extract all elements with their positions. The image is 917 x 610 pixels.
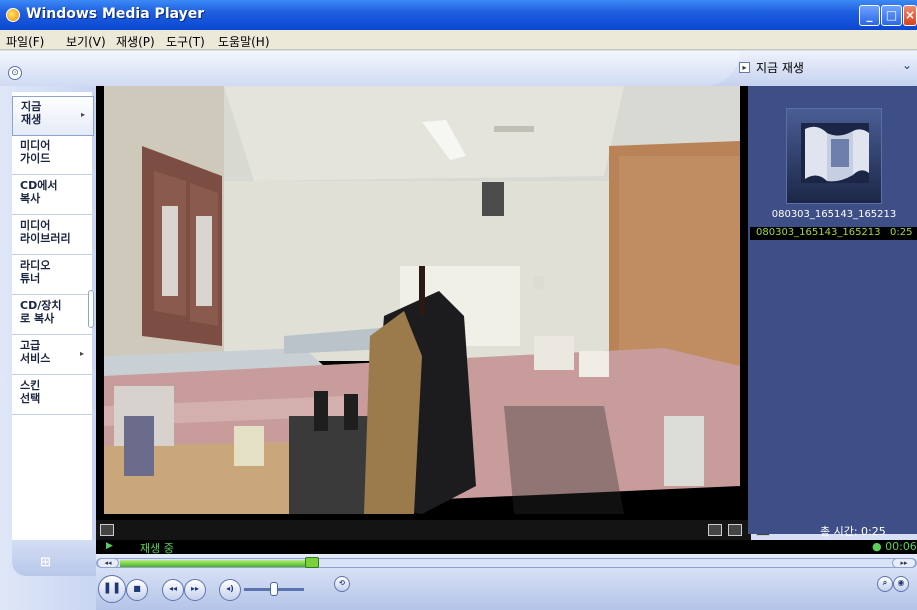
menu-help[interactable]: 도움말(H) [218, 33, 270, 50]
zoom-icon[interactable] [728, 524, 742, 536]
sidebar-item-0[interactable]: 지금 재생 ▸ [12, 96, 94, 136]
sidebar-item-label: 라디오 튜너 [20, 259, 51, 285]
maximize-button[interactable]: □ [881, 5, 902, 26]
playlist-item-name: 080303_165143_165213 [756, 227, 881, 238]
menu-bar: 파일(F) 보기(V) 재생(P) 도구(T) 도움말(H) [0, 30, 917, 50]
sidebar-footer [12, 540, 96, 576]
sidebar-item-4[interactable]: 라디오 튜너 [12, 256, 92, 295]
equalizer-icon[interactable]: ⌕ [877, 576, 893, 592]
now-playing-list-icon: ▸ [739, 62, 750, 73]
total-time: 총 시간: 0:25 [820, 525, 886, 538]
playlist-item-duration: 0:25 [890, 227, 913, 238]
pause-button[interactable]: ❚❚ [98, 575, 126, 603]
sidebar-item-5[interactable]: CD/장치 로 복사 [12, 296, 92, 335]
video-display[interactable] [104, 86, 740, 514]
volume-thumb[interactable] [270, 582, 278, 596]
sidebar-item-2[interactable]: CD에서 복사 [12, 176, 92, 215]
sidebar-item-label: 미디어 라이브러리 [20, 219, 71, 245]
sidebar-item-label: 고급 서비스 [20, 339, 51, 365]
elapsed-time: ● 00:06 [872, 540, 917, 553]
playing-indicator-icon: ▶ [106, 541, 113, 551]
chevron-right-icon: ▸ [80, 110, 85, 119]
sidebar-item-label: 지금 재생 [21, 100, 42, 126]
next-button[interactable]: ▸▸ [184, 579, 206, 601]
sidebar-item-label: 스킨 선택 [20, 379, 41, 405]
window-title: Windows Media Player [26, 6, 205, 22]
previous-button[interactable]: ◂◂ [162, 579, 184, 601]
fullscreen-icon[interactable] [100, 524, 114, 536]
sidebar-collapse-handle[interactable] [88, 290, 94, 328]
shuffle-icon[interactable]: ⟲ [334, 576, 350, 592]
video-toolbar [96, 520, 751, 540]
media-player-icon [6, 8, 20, 22]
sidebar-item-3[interactable]: 미디어 라이브러리 [12, 216, 92, 255]
sidebar-item-label: 미디어 가이드 [20, 139, 51, 165]
chevron-down-icon[interactable]: ⌄ [902, 58, 912, 72]
sidebar-item-6[interactable]: 고급 서비스 ▸ [12, 336, 92, 375]
task-strip-curve [0, 51, 740, 86]
show-menu-bar-icon[interactable]: ⊙ [8, 66, 22, 80]
chevron-right-icon: ▸ [79, 349, 84, 358]
sidebar-item-label: CD/장치 로 복사 [20, 299, 62, 325]
office-video-frame [104, 86, 740, 514]
visualization-icon[interactable]: ◉ [893, 576, 909, 592]
close-button[interactable]: × [903, 5, 917, 26]
now-playing-dropdown[interactable]: 지금 재생 [756, 59, 804, 76]
sidebar-item-7[interactable]: 스킨 선택 [12, 376, 92, 415]
menu-tools[interactable]: 도구(T) [166, 33, 205, 50]
seek-progress [120, 560, 305, 567]
playlist-caption: 080303_165143_165213 [771, 209, 897, 220]
minimize-button[interactable]: _ [859, 5, 880, 26]
menu-file[interactable]: 파일(F) [6, 33, 44, 50]
menu-view[interactable]: 보기(V) [66, 33, 106, 50]
seek-thumb[interactable] [305, 557, 319, 568]
mute-button[interactable]: ◂) [219, 579, 241, 601]
fast-forward-button[interactable]: ▸▸ [892, 558, 916, 568]
stop-button[interactable]: ■ [126, 579, 148, 601]
sidebar-item-label: CD에서 복사 [20, 179, 58, 205]
status-line [96, 540, 917, 554]
sidebar-item-1[interactable]: 미디어 가이드 [12, 136, 92, 175]
film-reel-icon [786, 108, 882, 204]
rewind-button[interactable]: ◂◂ [97, 558, 119, 568]
video-settings-icon[interactable] [708, 524, 722, 536]
menu-play[interactable]: 재생(P) [116, 33, 155, 50]
windows-logo-icon: ⊞ [40, 555, 51, 570]
